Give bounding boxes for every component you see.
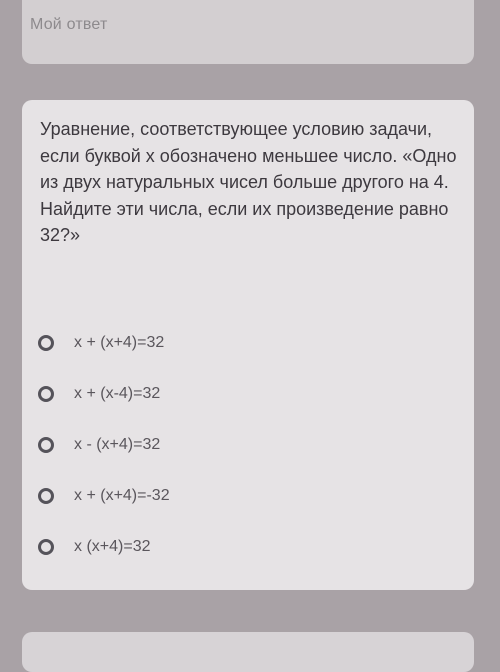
option-4[interactable]: x + (x+4)=-32 — [30, 470, 450, 521]
option-1[interactable]: x + (x+4)=32 — [30, 317, 450, 368]
option-3[interactable]: x - (x+4)=32 — [30, 419, 450, 470]
option-label: x + (x+4)=-32 — [74, 486, 170, 504]
option-2[interactable]: x + (x-4)=32 — [30, 368, 450, 419]
option-label: x + (x-4)=32 — [74, 384, 161, 402]
radio-button-icon[interactable] — [38, 436, 54, 453]
option-label: x - (x+4)=32 — [74, 435, 161, 453]
next-question-card — [22, 632, 474, 672]
option-label: x (x+4)=32 — [74, 537, 151, 555]
radio-button-icon[interactable] — [38, 334, 54, 351]
option-label: x + (x+4)=32 — [74, 333, 165, 351]
radio-button-icon[interactable] — [38, 385, 54, 402]
answer-field-placeholder[interactable]: Мой ответ — [30, 16, 107, 34]
question-text: Уравнение, соответствующее условию задач… — [40, 119, 457, 245]
answer-options: x + (x+4)=32 x + (x-4)=32 x - (x+4)=32 x… — [30, 317, 450, 572]
radio-button-icon[interactable] — [38, 487, 54, 504]
option-5[interactable]: x (x+4)=32 — [30, 521, 450, 572]
radio-button-icon[interactable] — [38, 538, 54, 555]
